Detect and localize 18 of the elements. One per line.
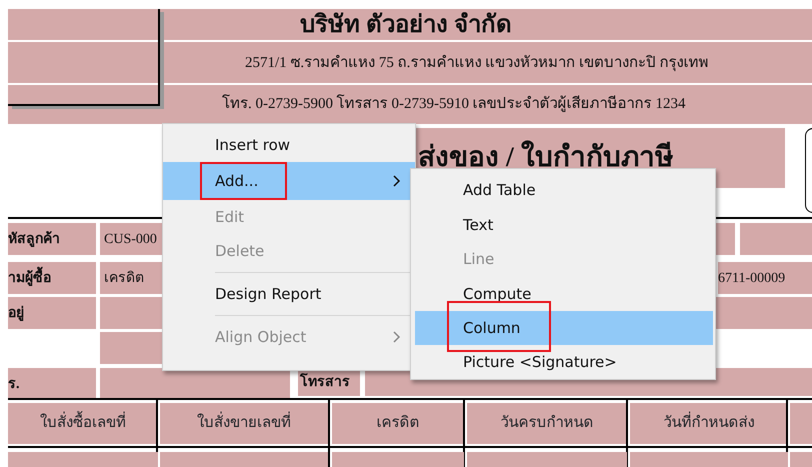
field-cell bbox=[740, 223, 812, 255]
field-label: อยู่ bbox=[8, 297, 96, 329]
column-header: ใบสั่งขายเลขที่ bbox=[160, 403, 328, 444]
table-cell bbox=[790, 452, 812, 467]
company-contact: โทร. 0-2739-5900 โทรสาร 0-2739-5910 เลขประจำตัวผู้เสียภาษีอากร 1234 bbox=[221, 93, 686, 114]
column-header-cell bbox=[790, 403, 812, 444]
field-value: 6711-00009 bbox=[718, 262, 812, 294]
company-address: 2571/1 ซ.รามคำแหง 75 ถ.รามคำแหง แขวงหัวหมาก เขตบางกะปิ กรุงเทพ bbox=[244, 54, 710, 74]
field-label: ามผู้ซื้อ bbox=[8, 262, 96, 294]
column-header: ใบสั่งซื้อเลขที่ bbox=[8, 403, 158, 444]
column-header: วันครบกำหนด bbox=[467, 403, 627, 444]
column-header: วันที่กำหนดส่ง bbox=[630, 403, 788, 444]
company-title: บริษัท ตัวอย่าง จำกัด bbox=[299, 10, 513, 40]
field-label: หัสลูกค้า bbox=[8, 223, 96, 255]
column-header: เครดิต bbox=[332, 403, 464, 444]
field-label: ร. bbox=[8, 368, 96, 400]
menu-item[interactable]: Add... bbox=[163, 162, 415, 200]
menu-item[interactable]: Column bbox=[415, 311, 713, 345]
